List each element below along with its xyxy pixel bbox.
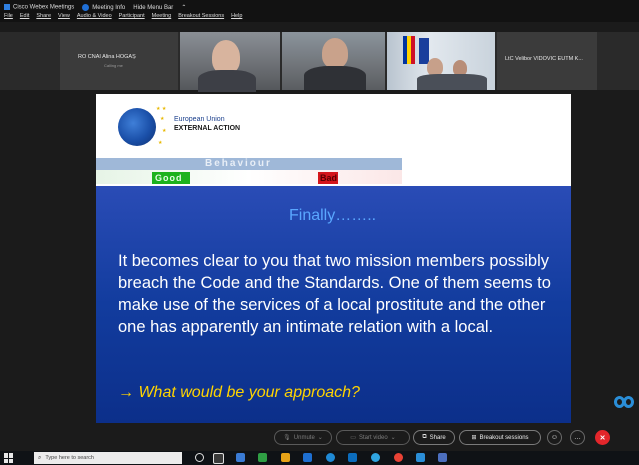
share-button[interactable]: ⧉ Share bbox=[413, 430, 455, 445]
more-options-button[interactable]: … bbox=[570, 430, 585, 445]
chevron-down-icon: ⌄ bbox=[317, 435, 323, 441]
calendar-app-icon[interactable] bbox=[236, 453, 245, 462]
slide-question: → What would be your approach? bbox=[118, 384, 360, 401]
menu-share[interactable]: Share bbox=[36, 13, 51, 21]
participant-name: LtC Velibor VIDOVIC EUTM K... bbox=[505, 56, 583, 62]
store-app-icon[interactable] bbox=[258, 453, 267, 462]
menu-view[interactable]: View bbox=[58, 13, 70, 21]
participant-body bbox=[198, 70, 256, 92]
eu-stars-icon: ★ bbox=[160, 116, 165, 122]
search-placeholder: Type here to search bbox=[45, 455, 94, 461]
firefox-browser-icon[interactable] bbox=[394, 453, 403, 462]
app-taskbar-icon[interactable] bbox=[438, 453, 447, 462]
share-icon: ⧉ bbox=[422, 434, 427, 440]
slide-heading: Finally…….. bbox=[289, 207, 377, 224]
edge-browser-icon[interactable] bbox=[326, 453, 335, 462]
file-explorer-icon[interactable] bbox=[281, 453, 290, 462]
menu-bar: File Edit Share View Audio & Video Parti… bbox=[4, 13, 242, 21]
behaviour-label: Behaviour bbox=[205, 158, 272, 169]
breakout-label: Breakout sessions bbox=[479, 434, 529, 441]
webex-logo-icon bbox=[614, 396, 636, 408]
participant-body bbox=[304, 66, 366, 90]
share-label: Share bbox=[429, 434, 446, 441]
cortana-icon[interactable] bbox=[195, 453, 204, 462]
meeting-info-link[interactable]: Meeting Info bbox=[82, 3, 125, 11]
video-tile-participant-5[interactable]: LtC Velibor VIDOVIC EUTM K... bbox=[497, 32, 597, 90]
logo-text-eu: European Union bbox=[174, 116, 225, 123]
participant-body bbox=[417, 74, 487, 90]
breakout-icon: ⊞ bbox=[471, 435, 477, 441]
task-view-icon[interactable] bbox=[213, 453, 224, 464]
search-icon: ⌕ bbox=[38, 454, 42, 461]
eu-stars-icon: ★ bbox=[158, 140, 163, 146]
eu-globe-logo bbox=[118, 108, 156, 146]
microphone-muted-icon: 🎙 bbox=[283, 435, 291, 441]
video-off-icon: ▭ bbox=[350, 435, 356, 441]
webex-taskbar-icon[interactable] bbox=[416, 453, 425, 462]
video-tile-participant-4[interactable] bbox=[387, 32, 495, 90]
flag-image bbox=[419, 38, 429, 64]
start-video-button[interactable]: ▭ Start video ⌄ bbox=[336, 430, 410, 445]
menu-edit[interactable]: Edit bbox=[20, 13, 29, 21]
flag-image bbox=[403, 36, 415, 64]
eu-stars-icon: ★ ★ bbox=[156, 106, 167, 112]
participant-face bbox=[322, 38, 348, 68]
video-tile-participant-2[interactable] bbox=[180, 32, 280, 92]
reactions-button[interactable]: ☺ bbox=[547, 430, 562, 445]
participant-name: RO CNAI Alina HOGAȘ bbox=[78, 54, 136, 60]
chrome-browser-icon[interactable] bbox=[371, 453, 380, 462]
menu-file[interactable]: File bbox=[4, 13, 13, 21]
chevron-up-icon[interactable]: ⌃ bbox=[181, 4, 186, 11]
hide-menu-bar-link[interactable]: Hide Menu Bar bbox=[133, 5, 173, 11]
video-tile-participant-1[interactable]: RO CNAI Alina HOGAȘ Calling me bbox=[60, 32, 178, 90]
app-title[interactable]: Cisco Webex Meetings bbox=[4, 4, 74, 11]
unmute-label: Unmute bbox=[293, 434, 315, 441]
logo-text-external-action: EXTERNAL ACTION bbox=[174, 125, 241, 132]
unmute-button[interactable]: 🎙 Unmute ⌄ bbox=[274, 430, 332, 445]
behaviour-scale bbox=[96, 170, 402, 184]
windows-start-icon[interactable] bbox=[4, 453, 14, 463]
chevron-down-icon: ⌄ bbox=[390, 435, 396, 441]
mail-app-icon[interactable] bbox=[303, 453, 312, 462]
breakout-sessions-button[interactable]: ⊞ Breakout sessions bbox=[459, 430, 541, 445]
good-label: Good bbox=[155, 173, 183, 183]
title-row: Cisco Webex Meetings Meeting Info Hide M… bbox=[4, 3, 186, 12]
bad-label: Bad bbox=[320, 173, 338, 183]
info-icon bbox=[82, 3, 90, 11]
participant-face bbox=[212, 40, 240, 74]
slide-body-text: It becomes clear to you that two mission… bbox=[118, 252, 551, 336]
menu-audio-video[interactable]: Audio & Video bbox=[77, 13, 112, 21]
menu-meeting[interactable]: Meeting bbox=[152, 13, 172, 21]
start-video-label: Start video bbox=[358, 434, 388, 441]
menu-help[interactable]: Help bbox=[231, 13, 242, 21]
webex-app-icon bbox=[4, 4, 10, 11]
eu-stars-icon: ★ bbox=[162, 128, 167, 134]
taskbar-search-box[interactable]: ⌕ Type here to search bbox=[34, 452, 182, 464]
menu-participant[interactable]: Participant bbox=[119, 13, 145, 21]
outlook-app-icon[interactable] bbox=[348, 453, 357, 462]
x-icon: ✕ bbox=[599, 434, 606, 442]
menu-breakout-sessions[interactable]: Breakout Sessions bbox=[178, 13, 224, 21]
end-call-button[interactable]: ✕ bbox=[595, 430, 610, 445]
video-tile-participant-3[interactable] bbox=[282, 32, 385, 90]
participant-status: Calling me bbox=[104, 63, 123, 68]
